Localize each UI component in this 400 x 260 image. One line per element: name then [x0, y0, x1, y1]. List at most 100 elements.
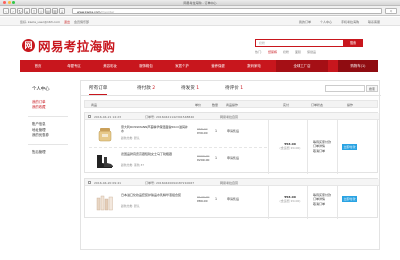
sidebar-item-coupons[interactable]: 我的优惠券 [32, 133, 74, 138]
member-link[interactable]: 会员俱乐部 [74, 20, 89, 24]
product-name[interactable]: 日本进口化妆品套装护肤品水乳精华液组合装 [121, 193, 189, 197]
sidebar-divider [28, 116, 68, 118]
column-divider [337, 120, 338, 174]
skincare-set-icon[interactable] [95, 192, 115, 211]
order-product-row: 意大利ROSSMANN芦荟精华保湿面霜50ml滋润补水 颜色分类: 默认 ¥68… [85, 121, 265, 146]
logout-link[interactable]: 退出 [64, 20, 70, 24]
order-total: ¥58.00 (含运费 ¥0.00) [279, 142, 301, 150]
nav-item-beauty[interactable]: 美容彩妆 [92, 60, 128, 72]
product-price: ¥68.00 ¥39.00 [197, 127, 208, 135]
url-path: /myorder [100, 10, 115, 15]
site-top-bar: 您好, kaola_user@163.com 退出 会员俱乐部 我的订单 个人中… [0, 17, 400, 26]
site-search-input[interactable]: 奶粉 搜索 [255, 39, 363, 47]
site-search-placeholder: 奶粉 [259, 41, 266, 46]
home-icon[interactable]: ⌂ [24, 8, 30, 14]
boots-icon[interactable] [95, 151, 115, 170]
order-card: 2016-04-21 14:23 订单号: 201604211423915488… [84, 112, 379, 174]
main-nav: 首页 母婴专区 美容彩妆 服饰鞋包 家居个护 营养保健 数码家电 全球工厂店 购… [20, 60, 378, 72]
top-link-mobile[interactable]: 手机考拉海购 [341, 20, 359, 24]
column-divider [307, 120, 308, 174]
logo-mark-icon: 网 [22, 38, 35, 52]
nav-item-health[interactable]: 营养保健 [200, 60, 236, 72]
aftersale-link[interactable]: 申请售后 [227, 129, 239, 133]
order-cancel-link[interactable]: 取消订单 [313, 149, 331, 153]
column-header: 实付 [283, 103, 290, 107]
address-bar[interactable]: www.kaola.com/myorder [72, 8, 382, 14]
cart-button[interactable]: 购物车(1) [338, 60, 378, 72]
browser-search-icon[interactable]: Q [385, 8, 397, 14]
top-link-account[interactable]: 个人中心 [320, 20, 332, 24]
column-divider [268, 120, 269, 174]
sidebar-item-aftersale[interactable]: 售后管理 [32, 150, 74, 155]
pay-now-button[interactable]: 立即付款 [342, 196, 357, 202]
nav-item-digital[interactable]: 数码家电 [236, 60, 272, 72]
product-price: ¥129.00 ¥89.00 [197, 195, 210, 203]
tab-pending-shipment[interactable]: 待发货 1 [181, 85, 199, 91]
nav-item-fashion[interactable]: 服饰鞋包 [128, 60, 164, 72]
top-link-orders[interactable]: 我的订单 [299, 20, 311, 24]
product-name[interactable]: 意大利ROSSMANN芦荟精华保湿面霜50ml滋润补水 [121, 125, 189, 133]
order-time: 2016-04-21 14:23 [94, 114, 122, 119]
hot-word[interactable]: 保健品 [307, 50, 316, 54]
aftersale-link[interactable]: 申请售后 [227, 156, 239, 160]
sidebar-item-favorites[interactable]: 我的收藏 [32, 105, 74, 110]
product-quantity: 1 [215, 129, 218, 133]
logo-text: 网易考拉海购 [38, 38, 116, 54]
downloads-icon[interactable]: ↓ [59, 8, 65, 14]
aftersale-link[interactable]: 申请售后 [227, 197, 239, 201]
hot-word[interactable]: 纸尿裤 [268, 50, 277, 54]
product-price: ¥399.00 ¥299.00 [197, 154, 210, 162]
hot-label: 热门: [255, 50, 263, 54]
column-header: 单价 [195, 103, 202, 107]
share-icon[interactable]: ⇪ [31, 8, 37, 14]
product-name[interactable]: 德国品牌真皮高跟短靴女士马丁靴粗跟 [121, 152, 189, 156]
tab-all-orders[interactable]: 所有订单 [89, 85, 108, 95]
order-search-input[interactable] [325, 85, 365, 92]
top-link-service[interactable]: 联系客服 [368, 20, 380, 24]
hot-words: 热门: 纸尿裤 奶粉 面膜 保健品 [255, 50, 321, 54]
order-shop: 网易考拉自营 [220, 180, 239, 185]
site-logo[interactable]: 网 网易考拉海购 [22, 37, 116, 54]
greeting-text: 您好, kaola_user@163.com [20, 20, 61, 24]
product-quantity: 1 [215, 156, 218, 160]
sidebar-icon[interactable]: ▥ [52, 8, 58, 14]
order-cancel-link[interactable]: 取消订单 [313, 202, 331, 206]
tabs-icon[interactable]: ▤ [45, 8, 51, 14]
cosmetics-jar-icon[interactable] [95, 124, 115, 143]
order-checkbox[interactable] [88, 180, 91, 184]
hot-word[interactable]: 面膜 [295, 50, 301, 54]
tab-pending-review[interactable]: 待评价 1 [225, 85, 243, 91]
pay-now-button[interactable]: 立即付款 [342, 144, 357, 150]
order-checkbox[interactable] [88, 114, 91, 118]
order-status: 等待买家付款 订单详情 取消订单 [313, 140, 331, 153]
nav-item-baby[interactable]: 母婴专区 [56, 60, 92, 72]
reload-icon[interactable]: ↻ [17, 8, 23, 14]
browser-toolbar: ‹ › ↻ ⌂ ⇪ ☆ ▤ ▥ ↓ www.kaola.com/myorder … [0, 6, 400, 16]
order-status: 等待买家付款 订单详情 取消订单 [313, 193, 331, 206]
product-spec: 颜色分类: 默认 [121, 204, 140, 208]
order-header: 2016-04-21 14:23 订单号: 201604211423915488… [85, 113, 379, 120]
sidebar-title: 个人中心 [32, 87, 50, 92]
product-spec: 颜色分类: 默认 [121, 136, 140, 140]
site-search-button[interactable]: 搜索 [343, 39, 363, 47]
product-spec: 颜色分类: 黑色 37 [121, 163, 145, 167]
hot-word[interactable]: 奶粉 [283, 50, 289, 54]
account-sidebar: 个人中心 我的订单 我的收藏 账户信息 地址管理 我的优惠券 售后管理 [22, 80, 74, 161]
order-shop: 网易考拉自营 [220, 114, 239, 119]
order-number: 订单号: 20160420094187210067 [145, 180, 195, 185]
back-icon[interactable]: ‹ [3, 8, 9, 14]
order-product-row: 德国品牌真皮高跟短靴女士马丁靴粗跟 颜色分类: 黑色 37 ¥399.00 ¥29… [85, 148, 265, 173]
bookmarks-icon[interactable]: ☆ [38, 8, 44, 14]
tab-pending-payment[interactable]: 待付款 2 [137, 85, 155, 91]
column-header: 商品操作 [226, 103, 239, 107]
forward-icon[interactable]: › [10, 8, 16, 14]
order-card: 2016-04-20 09:41 订单号: 201604200941872100… [84, 178, 379, 219]
nav-item-home[interactable]: 首页 [20, 60, 56, 72]
nav-item-factory[interactable]: 全球工厂店 [276, 60, 328, 72]
nav-item-home-care[interactable]: 家居个护 [164, 60, 200, 72]
order-search-button[interactable]: 搜索 [366, 85, 378, 92]
order-product-row: 日本进口化妆品套装护肤品水乳精华液组合装 颜色分类: 默认 ¥129.00 ¥89… [85, 189, 265, 214]
column-header: 操作 [347, 103, 354, 107]
column-header: 商品 [91, 103, 98, 107]
browser-window: 网易考拉海购 - 订单中心 ‹ › ↻ ⌂ ⇪ ☆ ▤ ▥ ↓ www.kaol… [0, 0, 400, 260]
